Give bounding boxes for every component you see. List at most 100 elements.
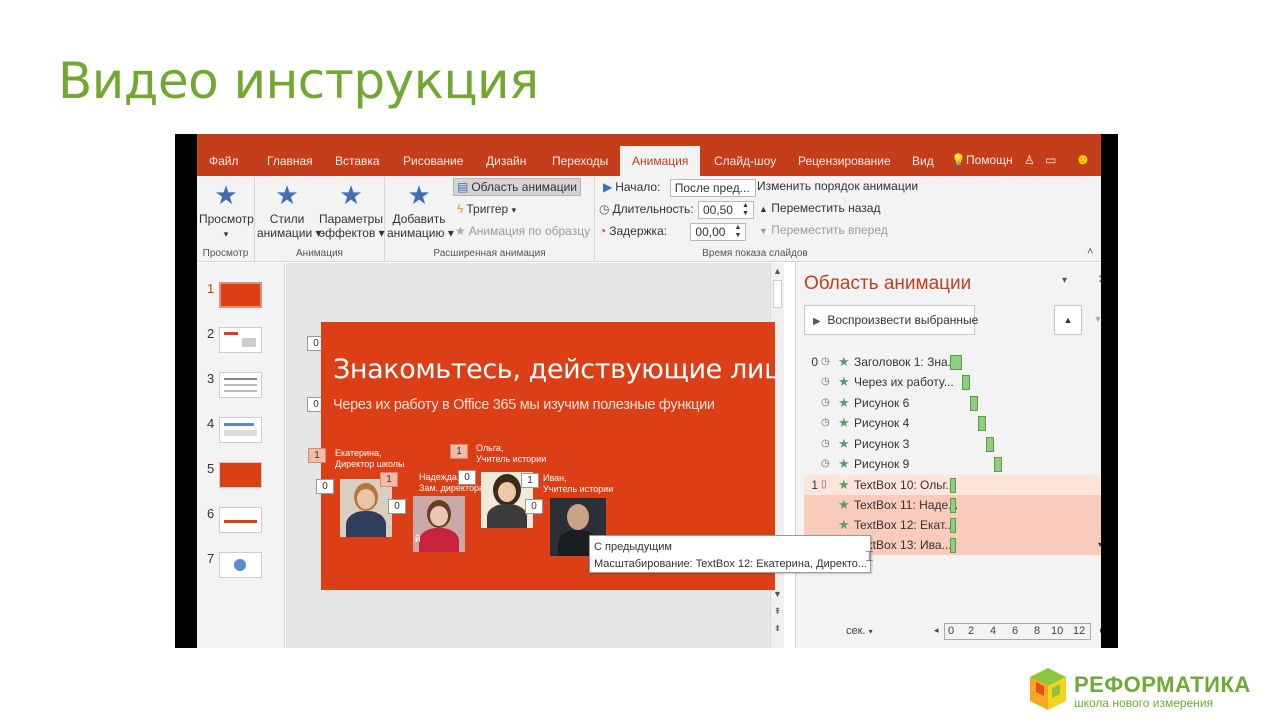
animation-tag[interactable]: 0 [458, 470, 476, 485]
seconds-dropdown[interactable]: сек. ▾ [846, 625, 873, 637]
animation-tag[interactable]: 1 [450, 444, 468, 459]
tab-transitions[interactable]: Переходы [552, 154, 608, 168]
slide-thumbnail-2[interactable] [219, 327, 262, 353]
slide-thumbnail-4[interactable] [219, 417, 262, 443]
tab-design[interactable]: Дизайн [486, 154, 526, 168]
photo-ekaterina[interactable] [340, 479, 392, 537]
animation-item[interactable]: ◷ ★ Рисунок 6 [804, 393, 1101, 413]
start-row: ▶Начало: После пред...▾ [603, 179, 756, 208]
clock-icon: ◷ [599, 202, 610, 217]
clock-icon: ◷ [821, 417, 830, 428]
caption-ekaterina[interactable]: Екатерина, Директор школы [335, 448, 405, 470]
animation-tag[interactable]: 1 [380, 472, 398, 487]
star-icon: ★ [838, 354, 850, 369]
trigger-button[interactable]: ϟ Триггер ▾ [457, 202, 516, 216]
scroll-down-icon[interactable]: ▼ [771, 589, 784, 599]
animation-pane-title: Область анимации [804, 273, 972, 294]
title-bar [197, 134, 1101, 146]
help-search[interactable]: 💡Помощн [951, 153, 1013, 167]
clock-icon: ◷ [821, 438, 830, 449]
slide-thumbnail-6[interactable] [219, 507, 262, 533]
move-down-button[interactable]: ▼ [1086, 305, 1101, 335]
add-animation-button[interactable]: ★ Добавить анимацию ▾ [387, 180, 454, 240]
user-icon[interactable]: ♙ [1024, 153, 1035, 167]
group-advanced: ★ Добавить анимацию ▾ ▤ Область анимации ϟ… [385, 176, 595, 262]
preview-button[interactable]: ★ Просмотр ▾ [199, 180, 254, 241]
tab-review[interactable]: Рецензирование [798, 154, 891, 168]
animation-pane-button[interactable]: ▤ Область анимации [453, 178, 581, 196]
animation-item[interactable]: ◷ ★ Через их работу... [804, 372, 1101, 392]
animation-item[interactable]: ◷ ★ Рисунок 4 [804, 413, 1101, 433]
animation-styles-button[interactable]: ★ Стили анимации ▾ [257, 180, 322, 240]
logo-name: РЕФОРМАТИКА [1074, 672, 1251, 697]
animation-item[interactable]: ★ TextBox 12: Екат... [804, 515, 1101, 535]
timeline-left-icon[interactable]: ◂ [934, 625, 939, 636]
caption-olga[interactable]: Ольга, Учитель истории [476, 443, 546, 465]
pane-icon: ▤ [457, 180, 469, 194]
tab-file[interactable]: Файл [209, 154, 239, 168]
group-label-animation: Анимация [296, 248, 343, 259]
animation-tag[interactable]: 0 [388, 499, 406, 514]
group-timing: ▶Начало: После пред...▾ ◷Длительность: 0… [595, 176, 918, 262]
timeline-right-icon[interactable]: ▸ [1100, 625, 1101, 636]
move-up-button[interactable]: ▲ [1054, 305, 1082, 335]
slide-thumbnail-5[interactable] [219, 462, 262, 488]
duration-spinner[interactable]: 00,50 ▲ ▼ [697, 201, 754, 219]
next-slide-icon[interactable]: ⇟ [771, 623, 784, 634]
animation-tag[interactable]: 0 [316, 479, 334, 494]
animation-painter-button[interactable]: ★ Анимация по образцу [455, 224, 590, 238]
animation-tag[interactable]: 1 [521, 473, 539, 488]
animation-item[interactable]: ◷ ★ Рисунок 9 [804, 454, 1101, 474]
slide-thumbnail-1[interactable] [219, 282, 262, 308]
item-dropdown-icon[interactable]: ▾ [1098, 535, 1101, 555]
lightning-icon: ϟ [457, 202, 464, 216]
caption-ivan[interactable]: Иван, Учитель истории [543, 473, 613, 495]
tab-home[interactable]: Главная [267, 154, 313, 168]
comment-icon[interactable]: ▭ [1045, 153, 1056, 167]
pane-options-icon[interactable]: ▾ [1062, 275, 1067, 286]
star-icon: ★ [838, 497, 850, 512]
delay-spinner[interactable]: 00,00 ▲ ▼ [690, 223, 747, 241]
scroll-up-icon[interactable]: ▲ [771, 266, 784, 276]
tab-view[interactable]: Вид [912, 154, 934, 168]
animation-item[interactable]: ◷ ★ Рисунок 3 [804, 434, 1101, 454]
slide-subtitle[interactable]: Через их работу в Office 365 мы изучим п… [333, 397, 715, 413]
animation-tag[interactable]: 0 [525, 499, 543, 514]
slide-thumbnail-7[interactable] [219, 552, 262, 578]
slide-thumbnail-3[interactable] [219, 372, 262, 398]
prev-slide-icon[interactable]: ⇞ [771, 606, 784, 617]
animation-item[interactable]: ★ TextBox 11: Наде... [804, 495, 1101, 515]
clock-icon: ◷ [821, 458, 830, 469]
smiley-icon[interactable]: ☻ [1075, 151, 1091, 168]
close-icon[interactable]: × [1098, 271, 1101, 289]
scroll-thumb[interactable] [773, 280, 782, 308]
cursor-icon: ⌶ [865, 548, 874, 564]
play-selected-button[interactable]: ▶ Воспроизвести выбранные [804, 305, 978, 335]
clock-icon: ◷ [821, 376, 830, 387]
slide-title[interactable]: Знакомьтесь, действующие лица [333, 354, 775, 385]
tab-slideshow[interactable]: Слайд-шоу [714, 154, 776, 168]
tooltip: С предыдущим Масштабирование: TextBox 12… [589, 535, 871, 573]
clock-icon: ◷ [821, 356, 830, 367]
animation-item[interactable]: 1 ▯ ★ TextBox 10: Ольг... [804, 475, 1101, 495]
thumb-number: 4 [207, 416, 215, 431]
start-select[interactable]: После пред...▾ [669, 179, 756, 208]
effect-options-button[interactable]: ★ Параметры эффектов ▾ [319, 180, 385, 240]
collapse-ribbon-icon[interactable]: ˄ [1087, 246, 1093, 258]
tab-animations[interactable]: Анимация [620, 146, 701, 176]
tab-draw[interactable]: Рисование [403, 154, 463, 168]
move-forward-button[interactable]: ▼ Переместить вперед [759, 223, 888, 237]
slide-thumbnails: 1 2 3 4 5 6 7 [197, 263, 285, 648]
photo-nadezhda[interactable]: й [413, 496, 465, 552]
down-arrow-icon: ▼ [759, 226, 768, 236]
preview-star-icon: ★ [214, 180, 238, 210]
animation-item[interactable]: 0 ◷ ★ Заголовок 1: Зна... [804, 352, 1101, 372]
play-icon: ▶ [813, 316, 821, 327]
thumb-number: 1 [207, 281, 215, 296]
move-back-button[interactable]: ▲ Переместить назад [759, 201, 880, 215]
page-title: Видео инструкция [58, 52, 539, 110]
star-icon: ★ [838, 395, 850, 410]
tab-insert[interactable]: Вставка [335, 154, 380, 168]
up-arrow-icon: ▲ [759, 204, 768, 214]
animation-tag[interactable]: 1 [308, 448, 326, 463]
